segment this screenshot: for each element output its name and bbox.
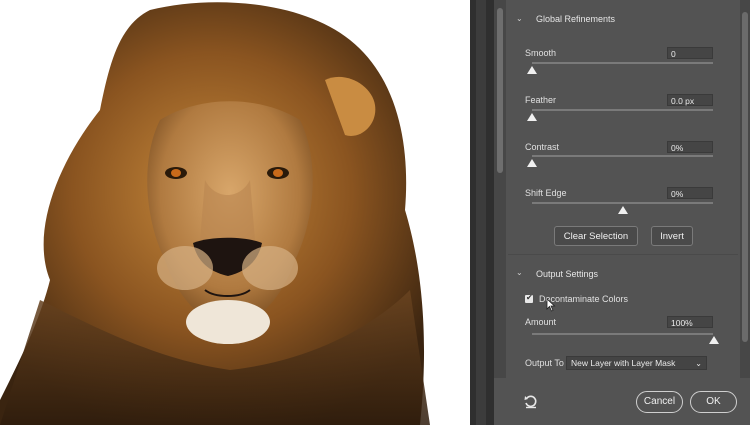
- smooth-label: Smooth: [525, 48, 557, 58]
- amount-slider-knob[interactable]: [709, 336, 719, 344]
- contrast-field[interactable]: 0%: [667, 141, 713, 153]
- clear-selection-button[interactable]: Clear Selection: [554, 226, 638, 246]
- amount-slider-track[interactable]: [532, 333, 713, 335]
- panel-left-scrollbar[interactable]: [494, 0, 506, 425]
- shift-edge-label: Shift Edge: [525, 188, 567, 198]
- invert-button[interactable]: Invert: [651, 226, 693, 246]
- contrast-slider-track[interactable]: [532, 155, 713, 157]
- chevron-down-icon[interactable]: ⌄: [516, 14, 523, 23]
- contrast-label: Contrast: [525, 142, 560, 152]
- divider-strip: [476, 0, 486, 425]
- chevron-down-icon[interactable]: ⌄: [516, 268, 523, 277]
- scrollbar-thumb[interactable]: [497, 8, 503, 173]
- shift-edge-slider-track[interactable]: [532, 202, 713, 204]
- section-title-global-refinements[interactable]: Global Refinements: [536, 14, 615, 24]
- output-to-value: New Layer with Layer Mask: [571, 358, 676, 368]
- chevron-down-icon: ⌄: [695, 359, 702, 368]
- cursor-icon: [546, 298, 556, 312]
- cancel-button[interactable]: Cancel: [636, 391, 683, 413]
- panel-divider: [470, 0, 494, 425]
- lion-image: [0, 2, 430, 425]
- checkmark-icon: ✔: [526, 293, 533, 302]
- feather-label: Feather: [525, 95, 557, 105]
- decontaminate-checkbox[interactable]: ✔: [525, 293, 533, 303]
- shift-edge-field[interactable]: 0%: [667, 187, 713, 199]
- output-to-label: Output To: [525, 358, 564, 368]
- amount-field[interactable]: 100%: [667, 316, 713, 328]
- section-divider: [508, 254, 738, 255]
- contrast-slider-knob[interactable]: [527, 159, 537, 167]
- feather-field[interactable]: 0.0 px: [667, 94, 713, 106]
- output-to-select[interactable]: New Layer with Layer Mask ⌄: [566, 356, 707, 370]
- panel-right-scrollbar[interactable]: [740, 0, 750, 380]
- section-title-output-settings[interactable]: Output Settings: [536, 269, 598, 279]
- smooth-field[interactable]: 0: [667, 47, 713, 59]
- feather-slider-knob[interactable]: [527, 113, 537, 121]
- feather-slider-track[interactable]: [532, 109, 713, 111]
- scrollbar-thumb[interactable]: [742, 12, 748, 342]
- image-canvas[interactable]: [0, 0, 470, 425]
- ok-button[interactable]: OK: [690, 391, 737, 413]
- smooth-slider-track[interactable]: [532, 62, 713, 64]
- shift-edge-slider-knob[interactable]: [618, 206, 628, 214]
- smooth-slider-knob[interactable]: [527, 66, 537, 74]
- reset-icon[interactable]: [523, 394, 539, 410]
- amount-label: Amount: [525, 317, 557, 327]
